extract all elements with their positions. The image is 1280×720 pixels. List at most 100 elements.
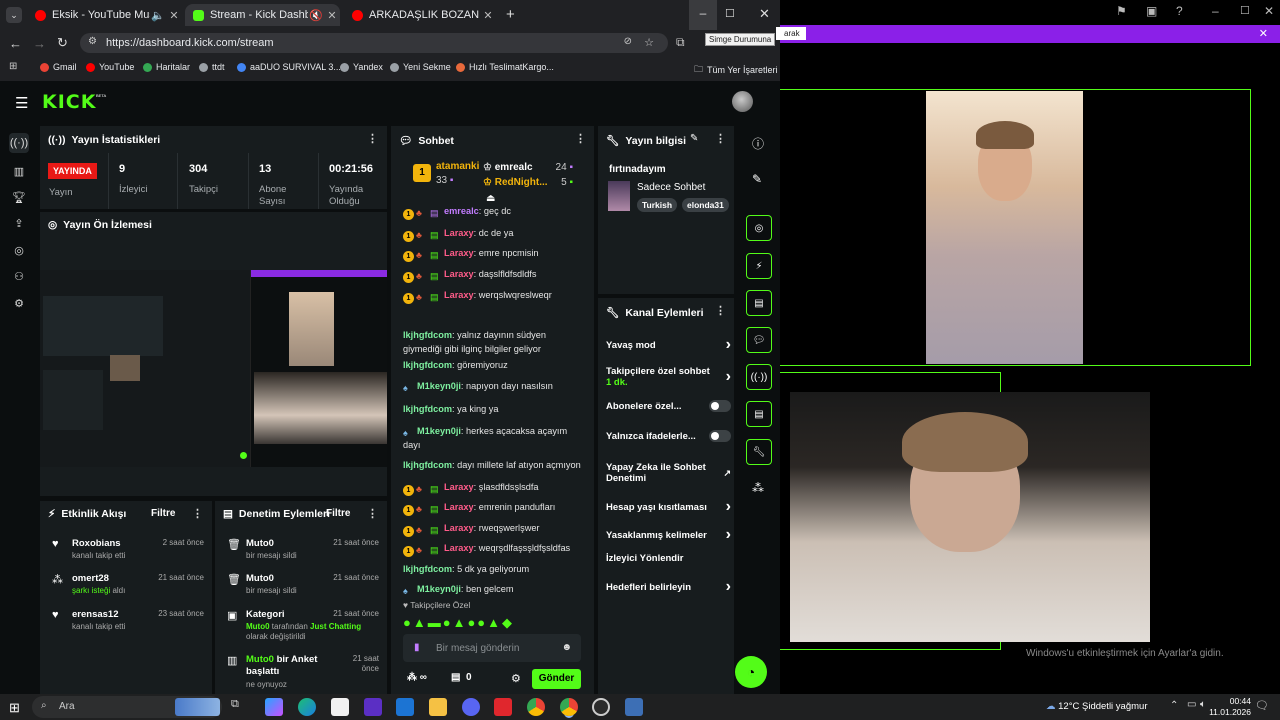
- bookmark-yandex[interactable]: Yandex: [340, 62, 383, 72]
- discord-icon[interactable]: [462, 698, 480, 716]
- nav-upload-icon[interactable]: ⇪: [9, 213, 29, 233]
- chat-username[interactable]: Laraxy: [444, 482, 474, 492]
- bookmark-maps[interactable]: Haritalar: [143, 62, 190, 72]
- flag-icon[interactable]: ⚑: [1116, 4, 1127, 18]
- bookmark-ttdt[interactable]: ttdt: [199, 62, 225, 72]
- notification-icon[interactable]: 🗨︎: [1255, 699, 1269, 712]
- explorer-icon[interactable]: [429, 698, 447, 716]
- maximize-button[interactable]: ☐: [1240, 4, 1250, 17]
- chat-username[interactable]: lkjhgfdcom: [403, 404, 452, 414]
- preview-video[interactable]: [40, 270, 387, 467]
- all-bookmarks[interactable]: 🗀 Tüm Yer İşaretleri: [694, 62, 778, 78]
- tab-kick-dashboard[interactable]: Stream - Kick Dashboard 🔇 ✕: [185, 4, 340, 26]
- bookmark-gmail[interactable]: Gmail: [40, 62, 77, 72]
- support-button[interactable]: ◔: [735, 656, 767, 688]
- nav-camera-icon[interactable]: ◎: [9, 240, 29, 260]
- obs-icon[interactable]: [592, 698, 610, 716]
- chat-username[interactable]: emrealc: [444, 206, 479, 216]
- window-icon[interactable]: ▣: [1146, 4, 1157, 18]
- muted-icon[interactable]: 🔇: [308, 9, 324, 22]
- quick-bolt-button[interactable]: ⚡︎: [746, 253, 772, 279]
- send-button[interactable]: Gönder: [532, 669, 581, 689]
- chat-username[interactable]: lkjhgfdcom: [403, 330, 452, 340]
- tab-youtube-music[interactable]: Eksik - YouTube Music 🔈 ✕: [27, 4, 182, 26]
- quick-share-icon[interactable]: ⁂: [752, 481, 764, 495]
- speaker-icon[interactable]: 🔈: [150, 9, 166, 22]
- activity-filter-button[interactable]: Filtre: [151, 508, 175, 519]
- windows-start-icon[interactable]: ⊞: [9, 700, 20, 716]
- tag[interactable]: Turkish: [637, 198, 678, 212]
- chat-username[interactable]: lkjhgfdcom: [403, 564, 452, 574]
- tray-chevron-icon[interactable]: ⌃: [1170, 700, 1178, 711]
- edit-icon[interactable]: ✎: [752, 172, 762, 186]
- app-m365-icon[interactable]: [364, 698, 382, 716]
- chrome-active-icon[interactable]: [560, 698, 578, 716]
- back-icon[interactable]: ←: [9, 36, 22, 51]
- chat-menu-icon[interactable]: ⋮: [575, 132, 586, 145]
- tag[interactable]: elonda31: [682, 198, 729, 212]
- extensions-icon[interactable]: ⧉: [676, 35, 685, 50]
- emoji-icon[interactable]: ☻: [561, 642, 572, 653]
- edit-info-icon[interactable]: ✎: [690, 133, 698, 144]
- chat-username[interactable]: lkjhgfdcom: [403, 360, 452, 370]
- actions-menu-icon[interactable]: ⋮: [715, 304, 726, 317]
- channel-action-item[interactable]: Yalnızca ifadelerle...: [606, 430, 731, 442]
- chat-username[interactable]: Laraxy: [444, 523, 474, 533]
- close-button[interactable]: ✕: [1264, 4, 1274, 18]
- quick-notes-button[interactable]: ▤: [746, 290, 772, 316]
- nav-trophy-icon[interactable]: 🏆︎: [9, 187, 29, 207]
- chat-username[interactable]: Laraxy: [444, 543, 474, 553]
- taskbar-search[interactable]: ⌕ Ara: [32, 696, 222, 718]
- close-window-button[interactable]: ✕: [759, 6, 770, 22]
- apps-icon[interactable]: ⊞: [9, 61, 17, 72]
- pin-icon[interactable]: ⏏: [486, 193, 495, 204]
- app-mail-icon[interactable]: [396, 698, 414, 716]
- banner-button[interactable]: arak: [776, 27, 806, 40]
- minimize-button[interactable]: –: [1212, 4, 1219, 18]
- app-hex-icon[interactable]: [625, 698, 643, 716]
- channel-action-item[interactable]: Hedefleri belirleyin ›: [606, 578, 731, 596]
- close-tab-icon[interactable]: ✕: [480, 9, 496, 22]
- bookmark-duo[interactable]: aaDUO SURVIVAL 3...: [237, 62, 341, 72]
- chat-username[interactable]: Laraxy: [444, 290, 474, 300]
- toggle-switch[interactable]: [708, 400, 731, 412]
- category-name[interactable]: Sadece Sohbet: [637, 182, 705, 193]
- chat-username[interactable]: M1keyn0ji: [417, 426, 461, 436]
- channel-action-item[interactable]: Yavaş mod ›: [606, 336, 731, 354]
- store-display[interactable]: ▤ 0: [451, 672, 472, 683]
- app-w-icon[interactable]: [494, 698, 512, 716]
- chat-username[interactable]: Laraxy: [444, 248, 474, 258]
- weather-widget[interactable]: ☁ 12°C Şiddetli yağmur: [1046, 701, 1147, 712]
- channel-action-item[interactable]: Takipçilere özel sohbet 1 dk. ›: [606, 366, 731, 388]
- reload-icon[interactable]: ↻: [57, 35, 68, 51]
- quick-wrench-button[interactable]: 🔧︎: [746, 439, 772, 465]
- chat-input[interactable]: ▮ Bir mesaj gönderin ☻: [403, 634, 581, 662]
- kick-logo[interactable]: KICK: [42, 91, 96, 113]
- maximize-button[interactable]: ☐: [725, 7, 735, 20]
- chat-username[interactable]: M1keyn0ji: [417, 584, 461, 594]
- info-icon[interactable]: ⓘ: [752, 135, 764, 152]
- moderation-menu-icon[interactable]: ⋮: [367, 507, 378, 520]
- address-bar[interactable]: ⚙ https://dashboard.kick.com/stream ☆ ⊘: [80, 33, 668, 53]
- stats-menu-icon[interactable]: ⋮: [367, 132, 378, 145]
- activity-menu-icon[interactable]: ⋮: [192, 507, 203, 520]
- chat-username[interactable]: Laraxy: [444, 228, 474, 238]
- tab-youtube-video[interactable]: ARKADAŞLIK BOZAN VAMPİR K ✕: [344, 4, 496, 26]
- store-icon[interactable]: [331, 698, 349, 716]
- chat-settings-icon[interactable]: ⚙: [511, 672, 521, 685]
- channel-action-item[interactable]: Hesap yaşı kısıtlaması ›: [606, 498, 731, 516]
- bookmark-youtube[interactable]: YouTube: [86, 62, 134, 72]
- clock[interactable]: 00:44 11.01.2026: [1201, 696, 1251, 718]
- channel-action-item[interactable]: İzleyici Yönlendir: [606, 553, 731, 564]
- quick-chat-button[interactable]: 💬︎: [746, 327, 772, 353]
- forward-icon[interactable]: →: [33, 36, 46, 51]
- nav-analytics-icon[interactable]: ▥: [9, 161, 29, 181]
- eye-off-icon[interactable]: ⊘: [624, 36, 632, 47]
- help-icon[interactable]: ?: [1176, 4, 1183, 18]
- copilot-icon[interactable]: [265, 698, 283, 716]
- bookmark-new-tab[interactable]: Yeni Sekme: [390, 62, 451, 72]
- edge-icon[interactable]: [298, 698, 316, 716]
- chat-username[interactable]: Laraxy: [444, 269, 474, 279]
- banner-close-icon[interactable]: ✕: [1259, 27, 1268, 40]
- close-tab-icon[interactable]: ✕: [324, 9, 340, 22]
